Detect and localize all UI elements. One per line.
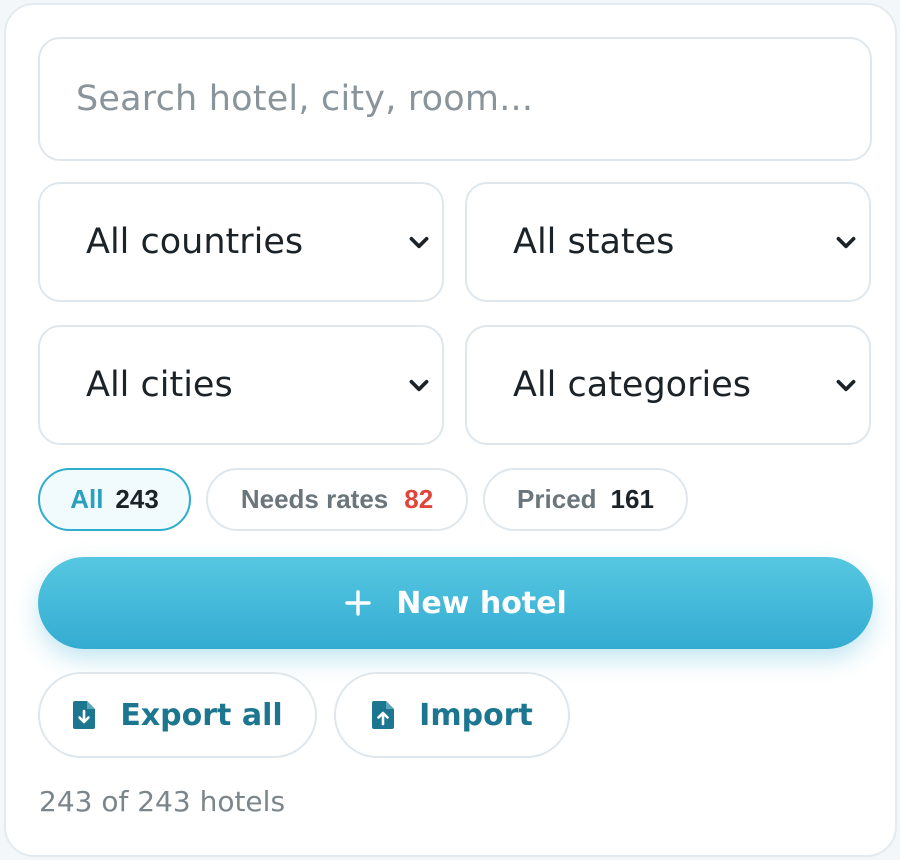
export-all-button[interactable]: Export all	[38, 672, 317, 758]
export-all-label: Export all	[120, 697, 283, 733]
status-pill-count: 82	[404, 484, 434, 514]
file-upload-icon	[372, 701, 395, 729]
new-hotel-label: New hotel	[396, 585, 567, 621]
state-select[interactable]: All states	[465, 182, 871, 302]
country-select-value: All countries	[86, 222, 304, 262]
chevron-down-icon	[409, 236, 429, 249]
chevron-down-icon	[836, 236, 856, 249]
status-pill-count: 161	[610, 484, 654, 514]
new-hotel-button[interactable]: New hotel	[38, 557, 873, 649]
status-pill-label: Needs rates	[240, 484, 389, 514]
search-placeholder: Search hotel, city, room...	[76, 79, 534, 119]
hotel-filter-panel: Search hotel, city, room... All countrie…	[4, 3, 897, 857]
chevron-down-icon	[836, 379, 856, 392]
status-pill-count: 243	[115, 484, 159, 514]
result-count: 243 of 243 hotels	[39, 785, 286, 818]
import-label: Import	[419, 697, 533, 733]
import-button[interactable]: Import	[334, 672, 570, 758]
category-select[interactable]: All categories	[465, 325, 871, 445]
country-select[interactable]: All countries	[38, 182, 444, 302]
status-pill-label: Priced	[517, 484, 597, 514]
file-download-icon	[73, 701, 96, 729]
plus-icon	[345, 590, 371, 616]
status-pill-all[interactable]: All 243	[38, 468, 191, 531]
status-pill-label: All	[70, 484, 104, 514]
status-pill-priced[interactable]: Priced 161	[483, 468, 688, 531]
state-select-value: All states	[513, 222, 675, 262]
chevron-down-icon	[409, 379, 429, 392]
city-select-value: All cities	[86, 365, 233, 405]
category-select-value: All categories	[513, 365, 751, 405]
city-select[interactable]: All cities	[38, 325, 444, 445]
status-pill-needs-rates[interactable]: Needs rates 82	[206, 468, 468, 531]
search-input[interactable]: Search hotel, city, room...	[38, 37, 872, 161]
